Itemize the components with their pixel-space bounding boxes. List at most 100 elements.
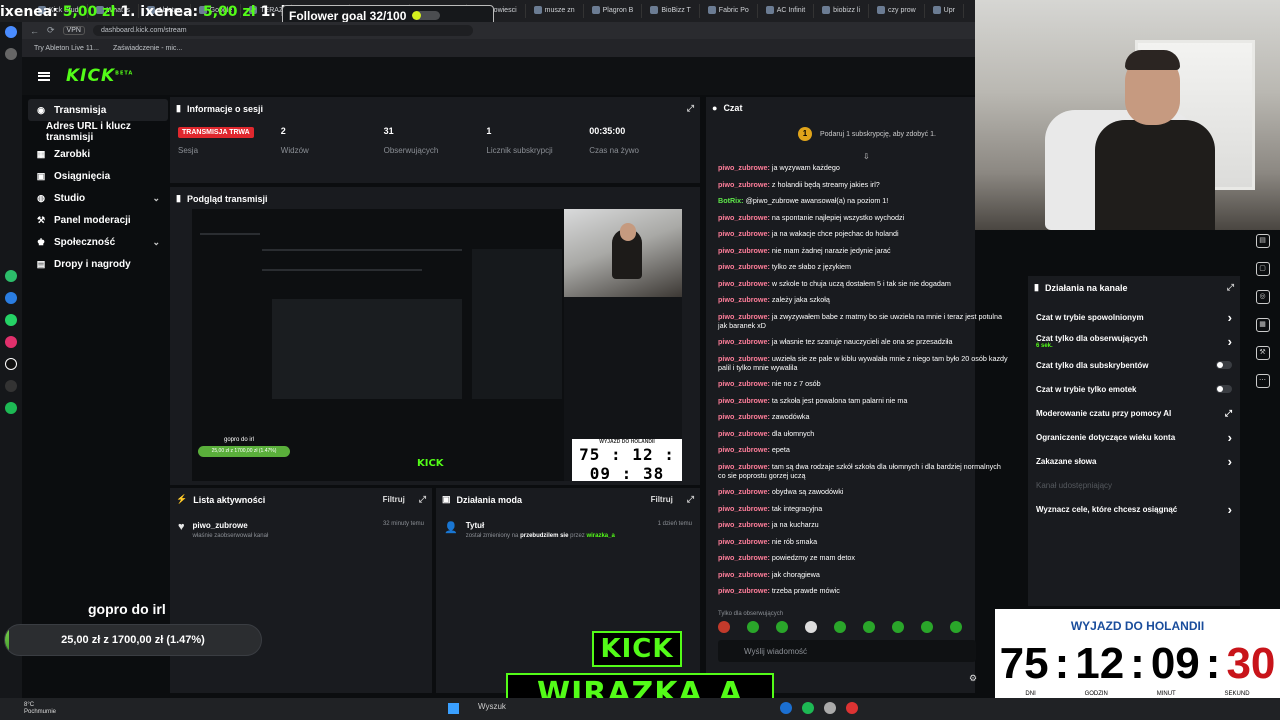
channel-action-item[interactable]: Czat tylko dla obserwujących 6 sek. › [1028,329,1240,353]
chat-username[interactable]: piwo_zubrowe: [718,429,770,438]
sidebar-item-studio[interactable]: ◍ Studio ⌄ [28,187,168,209]
chat-username[interactable]: piwo_zubrowe: [718,213,770,222]
chat-username[interactable]: piwo_zubrowe: [718,570,770,579]
refresh-icon[interactable]: ⟳ [47,25,55,36]
gift-sub-notice[interactable]: 1 Podaruj 1 subskrypcję, aby zdobyć 1. [706,119,975,141]
chat-username[interactable]: piwo_zubrowe: [718,246,770,255]
channel-action-item[interactable]: Wyznacz cele, które chcesz osiągnąć › [1028,497,1240,521]
chat-username[interactable]: piwo_zubrowe: [718,312,770,321]
chat-username[interactable]: piwo_zubrowe: [718,586,770,595]
instagram-icon[interactable] [5,336,17,348]
emote-icon[interactable] [718,621,730,633]
share-icon[interactable]: ⋯ [1255,374,1270,388]
expand-icon[interactable]: ⤢ [419,494,426,505]
expand-icon[interactable]: ⤢ [1227,282,1234,293]
browser-tab[interactable]: Plagron B [584,4,643,18]
panel-icon[interactable]: ▦ [1255,318,1270,332]
chat-username[interactable]: piwo_zubrowe: [718,553,770,562]
kick-logo[interactable]: KICKBETA [66,66,133,86]
broadcast-icon[interactable]: ◎ [1255,290,1270,304]
sidebar-item-stream-key[interactable]: Adres URL i klucz transmisji [28,121,168,143]
activity-filter-button[interactable]: Filtruj [383,495,405,504]
chat-username[interactable]: piwo_zubrowe: [718,295,770,304]
channel-action-item[interactable]: Moderowanie czatu przy pomocy AI ⤢ [1028,401,1240,425]
windows-start-icon[interactable] [448,703,459,714]
chat-username[interactable]: piwo_zubrowe: [718,262,770,271]
emote-icon[interactable] [747,621,759,633]
chat-username[interactable]: piwo_zubrowe: [718,354,770,363]
stream-preview-video[interactable]: gopro do irl 25,00 zł z 1700,00 zł (1.47… [192,209,682,481]
emote-icon[interactable] [776,621,788,633]
bookmark-item[interactable]: Try Ableton Live 11... [34,45,99,52]
spotify-icon[interactable] [802,702,814,714]
mod-filter-button[interactable]: Filtruj [651,495,673,504]
sidebar-item-transmisja[interactable]: ◉ Transmisja [28,99,168,121]
home-icon[interactable] [5,26,17,38]
sidebar-item-community[interactable]: ♚ Społeczność ⌄ [28,231,168,253]
url-field[interactable]: dashboard.kick.com/stream [92,25,473,36]
browser-tab[interactable]: AC Infinit [758,4,815,18]
emote-icon[interactable] [805,621,817,633]
expand-icon[interactable]: ⤢ [687,103,694,114]
chat-username[interactable]: piwo_zubrowe: [718,487,770,496]
browser-tab[interactable]: musze zn [526,4,584,18]
browser-tab[interactable]: BioBizz T [642,4,700,18]
back-icon[interactable]: ← [30,26,39,36]
app-icon[interactable] [5,270,17,282]
wrench-icon[interactable]: ⚒ [1255,346,1270,360]
taskbar-search[interactable]: Wyszuk [478,702,506,711]
steam-icon[interactable] [780,702,792,714]
chat-username[interactable]: piwo_zubrowe: [718,379,770,388]
bookmark-item[interactable]: Zaświadczenie - mic... [113,45,182,52]
chat-username[interactable]: BotRix: [718,196,744,205]
channel-action-item[interactable]: Czat w trybie tylko emotek [1028,377,1240,401]
toggle-switch[interactable] [1216,385,1232,393]
browser-tab[interactable]: Upr [925,4,964,18]
scroll-down-icon[interactable]: ⇩ [863,152,870,161]
browser-tab[interactable]: Fabric Po [700,4,758,18]
star-icon[interactable] [5,48,17,60]
channel-action-item[interactable]: Ograniczenie dotyczące wieku konta › [1028,425,1240,449]
spotify-icon[interactable] [5,402,17,414]
expand-icon[interactable]: ⤢ [687,494,694,505]
emote-icon[interactable] [834,621,846,633]
chat-username[interactable]: piwo_zubrowe: [718,229,770,238]
browser-tab[interactable]: czy prow [869,4,925,18]
chat-username[interactable]: piwo_zubrowe: [718,520,770,529]
chat-username[interactable]: piwo_zubrowe: [718,180,770,189]
browser-tab[interactable]: biobizz li [814,4,870,18]
chat-username[interactable]: piwo_zubrowe: [718,445,770,454]
channel-action-item[interactable]: Zakazane słowa › [1028,449,1240,473]
sidebar-item-moderation[interactable]: ⚒ Panel moderacji [28,209,168,231]
chat-username[interactable]: piwo_zubrowe: [718,462,770,471]
x-icon[interactable] [5,380,17,392]
chat-username[interactable]: piwo_zubrowe: [718,279,770,288]
sidebar-item-zarobki[interactable]: ▦ Zarobki [28,143,168,165]
weather-widget[interactable]: 8°C Pochmurnie [24,702,56,716]
emote-icon[interactable] [863,621,875,633]
chat-message-input[interactable]: Wyślij wiadomość [718,640,976,662]
chat-username[interactable]: piwo_zubrowe: [718,163,770,172]
hamburger-menu-icon[interactable] [38,71,50,81]
chat-username[interactable]: piwo_zubrowe: [718,337,770,346]
channel-action-item[interactable]: Czat tylko dla subskrybentów [1028,353,1240,377]
activity-user[interactable]: piwo_zubrowe [193,521,269,530]
chat-bubble-icon[interactable]: ▢ [1255,262,1270,276]
chat-username[interactable]: piwo_zubrowe: [718,504,770,513]
toggle-switch[interactable] [1216,361,1232,369]
whatsapp-icon[interactable] [5,314,17,326]
chat-username[interactable]: piwo_zubrowe: [718,537,770,546]
vpn-badge[interactable]: VPN [62,26,85,35]
chat-settings-icon[interactable]: ⚙ [969,673,977,684]
obs-icon[interactable] [846,702,858,714]
sidebar-item-osiagniecia[interactable]: ▣ Osiągnięcia [28,165,168,187]
mod-desc-user[interactable]: wirazka_a [586,533,614,539]
sidebar-item-drops[interactable]: ▤ Dropy i nagrody [28,253,168,275]
chat-username[interactable]: piwo_zubrowe: [718,396,770,405]
emote-icon[interactable] [950,621,962,633]
chat-username[interactable]: piwo_zubrowe: [718,412,770,421]
emote-icon[interactable] [892,621,904,633]
doc-icon[interactable]: ▤ [1255,234,1270,248]
tiktok-icon[interactable] [5,358,17,370]
messenger-icon[interactable] [5,292,17,304]
